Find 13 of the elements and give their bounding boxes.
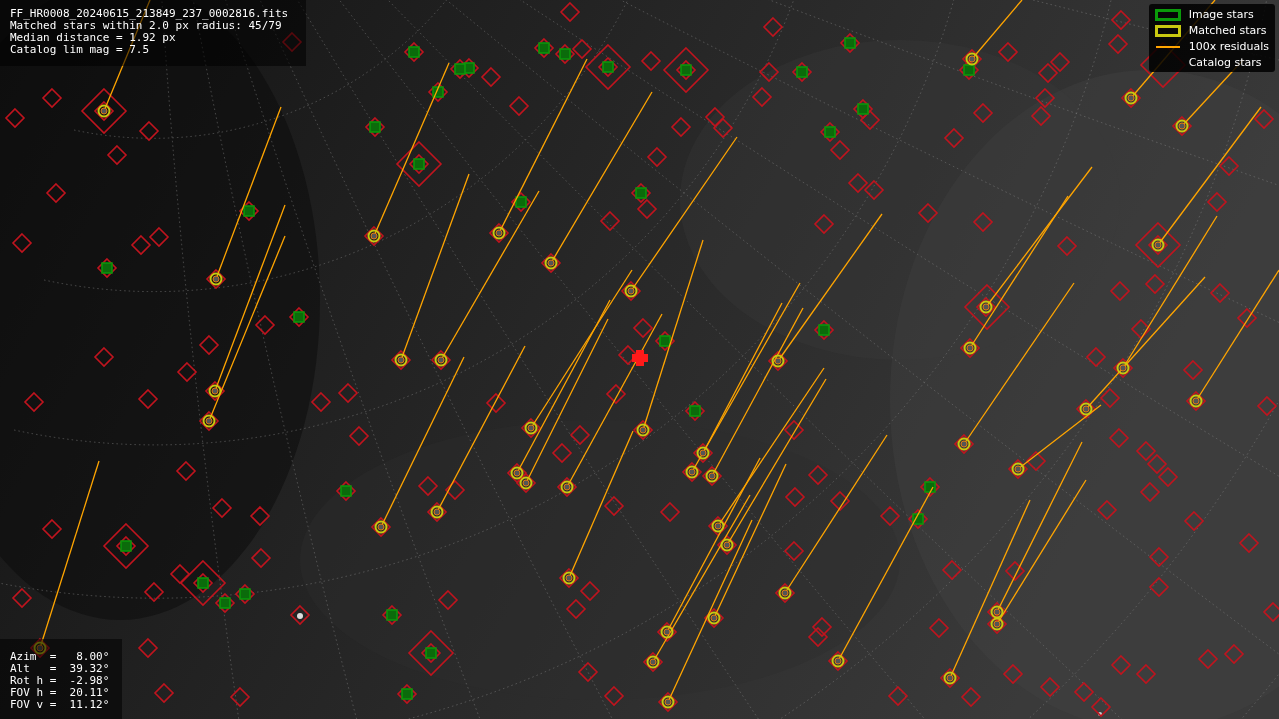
info-text: Matched stars within 2.0 px radius: 45/79 (10, 20, 282, 32)
info-text: FF_HR0008_20240615_213849_237_0002816.fits (10, 8, 289, 20)
pointing-text: Rot h = -2.98° (10, 675, 111, 687)
legend-label: Image stars (1188, 8, 1254, 21)
pointing-text: FOV v = 11.12° (10, 699, 111, 711)
info-text: Median distance = 1.92 px (10, 32, 176, 44)
legend-label: Catalog stars (1188, 56, 1262, 69)
pointing-text: Alt = 39.32° (10, 663, 111, 675)
pointing-text: Azim = 8.00° (10, 651, 111, 663)
legend-label: Matched stars (1188, 24, 1267, 37)
info-text: Catalog lim mag = 7.5 (10, 44, 150, 56)
legend-label: 100x residuals (1188, 40, 1269, 53)
pointing-text: FOV h = 20.11° (10, 687, 111, 699)
